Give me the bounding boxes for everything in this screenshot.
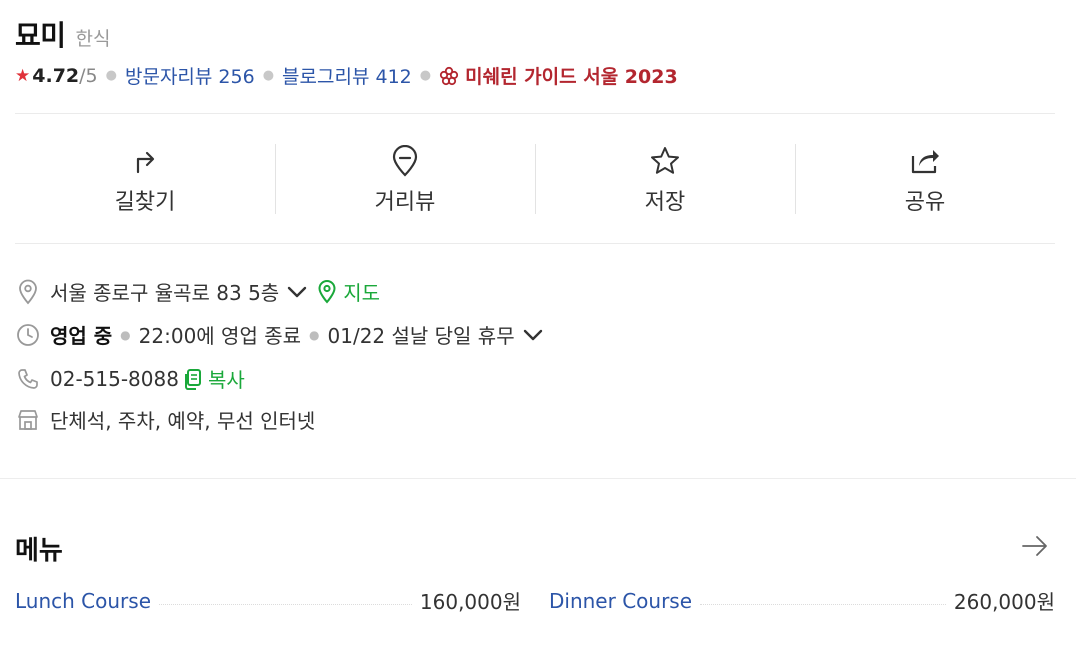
dotted-leader <box>159 604 412 605</box>
address-text: 서울 종로구 율곡로 83 5층 <box>50 281 280 305</box>
rating-star-icon: ★ <box>15 65 31 86</box>
store-icon <box>15 407 41 433</box>
blog-reviews-link[interactable]: 블로그리뷰 412 <box>282 62 412 89</box>
divider <box>15 243 1055 244</box>
holiday-notice: 01/22 설날 당일 휴무 <box>327 324 515 348</box>
menu-section-title: 메뉴 <box>15 536 63 566</box>
menu-item-price: 160,000원 <box>419 590 521 614</box>
place-category: 한식 <box>75 28 111 50</box>
amenities-text: 단체석, 주차, 예약, 무선 인터넷 <box>50 409 316 433</box>
separator-dot-icon: ● <box>105 68 117 83</box>
directions-icon <box>130 144 160 178</box>
phone-row: 02-515-8088 복사 <box>15 364 245 393</box>
menu-list: Lunch Course 160,000원 Dinner Course 260,… <box>15 586 1055 615</box>
visitor-reviews-link[interactable]: 방문자리뷰 256 <box>125 62 255 89</box>
directions-label: 길찾기 <box>114 190 176 215</box>
separator-dot-icon: ● <box>419 68 432 83</box>
menu-item-name: Dinner Course <box>549 588 693 613</box>
arrow-right-icon <box>1022 536 1047 556</box>
place-title: 묘미 <box>15 19 66 52</box>
share-label: 공유 <box>904 190 946 215</box>
save-label: 저장 <box>644 190 686 215</box>
michelin-badge[interactable]: 미쉐린 가이드 서울 2023 <box>439 62 678 89</box>
title-row: 묘미 한식 <box>15 14 111 54</box>
map-pin-icon <box>318 279 336 304</box>
copy-icon <box>184 368 201 390</box>
share-icon <box>909 144 941 178</box>
closing-time: 22:00에 영업 종료 <box>138 324 302 348</box>
phone-number[interactable]: 02-515-8088 <box>50 367 179 391</box>
chevron-down-icon[interactable] <box>523 328 543 342</box>
star-outline-icon <box>649 144 681 178</box>
hours-row: 영업 중 ● 22:00에 영업 종료 ● 01/22 설날 당일 휴무 <box>15 320 543 349</box>
phone-icon <box>15 366 41 392</box>
save-button[interactable]: 저장 <box>535 130 795 230</box>
separator-dot-icon: ● <box>120 327 131 342</box>
menu-item[interactable]: Dinner Course 260,000원 <box>549 586 1055 615</box>
michelin-label: 미쉐린 가이드 서울 2023 <box>465 66 678 88</box>
amenities-row: 단체석, 주차, 예약, 무선 인터넷 <box>15 405 315 434</box>
michelin-flower-icon <box>440 66 459 85</box>
clock-icon <box>15 322 41 348</box>
copy-label: 복사 <box>207 368 245 392</box>
map-link-label: 지도 <box>343 281 381 305</box>
rating-value: 4.72 <box>32 64 80 87</box>
rating-max: /5 <box>79 64 98 87</box>
menu-item-name: Lunch Course <box>15 588 151 613</box>
share-button[interactable]: 공유 <box>795 130 1055 230</box>
meta-row: ★ 4.72 /5 ● 방문자리뷰 256 ● 블로그리뷰 412 ● 미쉐린 … <box>15 62 678 89</box>
directions-button[interactable]: 길찾기 <box>15 130 275 230</box>
menu-more-button[interactable] <box>1021 534 1049 562</box>
address-row: 서울 종로구 율곡로 83 5층 지도 <box>15 277 380 306</box>
menu-item-price: 260,000원 <box>953 590 1055 614</box>
map-link[interactable]: 지도 <box>317 277 380 306</box>
street-view-button[interactable]: 거리뷰 <box>275 130 535 230</box>
separator-dot-icon: ● <box>309 327 320 342</box>
menu-item[interactable]: Lunch Course 160,000원 <box>15 586 521 615</box>
section-divider <box>0 478 1076 479</box>
divider <box>15 113 1055 114</box>
location-pin-icon <box>15 279 41 305</box>
copy-phone-button[interactable]: 복사 <box>183 364 245 393</box>
street-view-label: 거리뷰 <box>374 190 436 215</box>
business-status: 영업 중 <box>50 324 113 348</box>
action-bar: 길찾기 거리뷰 저장 공유 <box>15 130 1055 230</box>
dotted-leader <box>700 604 946 605</box>
separator-dot-icon: ● <box>262 68 275 83</box>
chevron-down-icon[interactable] <box>287 285 307 299</box>
street-view-pin-icon <box>390 144 420 178</box>
